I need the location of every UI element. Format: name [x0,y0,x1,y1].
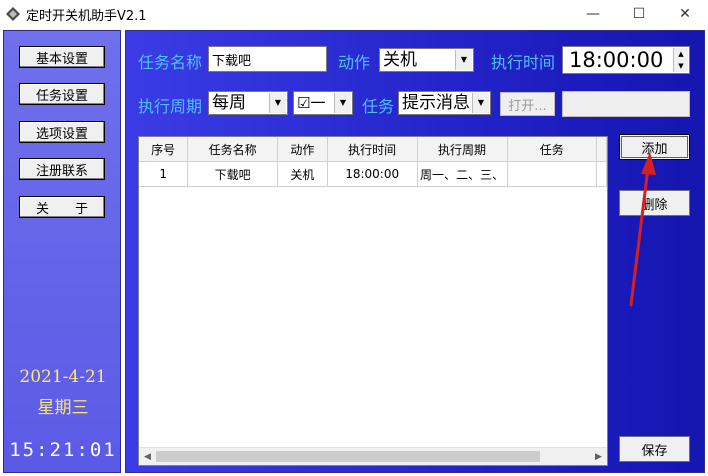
col-header-period[interactable]: 执行周期 [417,137,508,162]
task-label: 任务 [362,97,395,116]
chevron-down-icon[interactable]: ▼ [455,50,472,70]
period-select[interactable]: 每周 ▼ [208,91,288,115]
open-file-button[interactable]: 打开... [500,92,555,116]
close-button[interactable]: ✕ [662,0,708,28]
weekday-select[interactable]: ☑一 ▼ [293,91,353,115]
cell-task [507,161,598,187]
spin-up-icon[interactable]: ▲ [673,48,688,60]
task-type-select-value: 提示消息 [402,93,470,113]
main-panel: 任务名称 下载吧 动作 关机 ▼ 执行时间 18:00:00 ▲ ▼ 执行周期 … [125,30,705,473]
action-select[interactable]: 关机 ▼ [379,48,474,72]
task-name-input[interactable]: 下载吧 [208,46,327,72]
scrollbar-thumb[interactable] [156,451,540,462]
basic-settings-button[interactable]: 基本设置 [19,46,105,68]
col-header-task[interactable]: 任务 [507,137,598,162]
option-settings-button[interactable]: 选项设置 [19,121,105,143]
app-icon [6,7,20,21]
col-header-filler [596,137,607,162]
save-button[interactable]: 保存 [619,436,690,462]
current-date: 2021-4-21 [19,367,107,387]
table-row[interactable]: 1 下载吧 关机 18:00:00 周一、二、三、 [139,161,607,187]
weekday-select-value: ☑一 [297,94,326,112]
cell-index: 1 [139,161,189,187]
maximize-button[interactable]: ☐ [616,0,662,28]
cell-exec-time: 18:00:00 [327,161,418,187]
cell-filler [596,161,607,187]
exec-time-value: 18:00:00 [569,48,664,72]
action-label: 动作 [338,53,371,72]
col-header-exec-time[interactable]: 执行时间 [327,137,418,162]
action-select-value: 关机 [383,50,417,70]
about-button[interactable]: 关 于 [19,196,105,218]
horizontal-scrollbar[interactable]: ◀ ▶ [139,447,607,465]
add-button[interactable]: 添加 [619,134,690,160]
task-table[interactable]: 序号 任务名称 动作 执行时间 执行周期 任务 1 下载吧 关机 18:00:0… [138,136,608,466]
cell-task-name: 下载吧 [187,161,278,187]
scroll-left-icon[interactable]: ◀ [139,448,156,465]
delete-button[interactable]: 删除 [619,190,690,216]
task-path-input[interactable] [562,91,690,117]
current-time: 15:21:01 [9,439,117,461]
minimize-button[interactable]: — [570,0,616,28]
chevron-down-icon[interactable]: ▼ [269,93,286,113]
task-settings-button[interactable]: 任务设置 [19,83,105,105]
task-name-label: 任务名称 [138,53,203,72]
cell-action: 关机 [277,161,328,187]
col-header-task-name[interactable]: 任务名称 [187,137,278,162]
period-label: 执行周期 [138,97,203,116]
exec-time-input[interactable]: 18:00:00 ▲ ▼ [562,46,690,74]
spin-down-icon[interactable]: ▼ [673,60,688,72]
exec-time-label: 执行时间 [491,53,556,72]
window-client: 基本设置 任务设置 选项设置 注册联系 关 于 2021-4-21 星期三 15… [0,28,708,476]
register-contact-button[interactable]: 注册联系 [19,158,105,180]
sidebar: 基本设置 任务设置 选项设置 注册联系 关 于 2021-4-21 星期三 15… [3,30,121,473]
chevron-down-icon[interactable]: ▼ [334,93,351,113]
col-header-action[interactable]: 动作 [277,137,328,162]
task-type-select[interactable]: 提示消息 ▼ [398,91,491,115]
current-weekday: 星期三 [37,398,89,418]
chevron-down-icon[interactable]: ▼ [472,93,489,113]
col-header-index[interactable]: 序号 [139,137,189,162]
window-title: 定时开关机助手V2.1 [26,9,147,24]
title-bar: 定时开关机助手V2.1 — ☐ ✕ [0,0,708,28]
period-select-value: 每周 [212,93,246,113]
table-header-row: 序号 任务名称 动作 执行时间 执行周期 任务 [139,137,607,162]
cell-period: 周一、二、三、 [417,161,508,187]
scroll-right-icon[interactable]: ▶ [590,448,607,465]
